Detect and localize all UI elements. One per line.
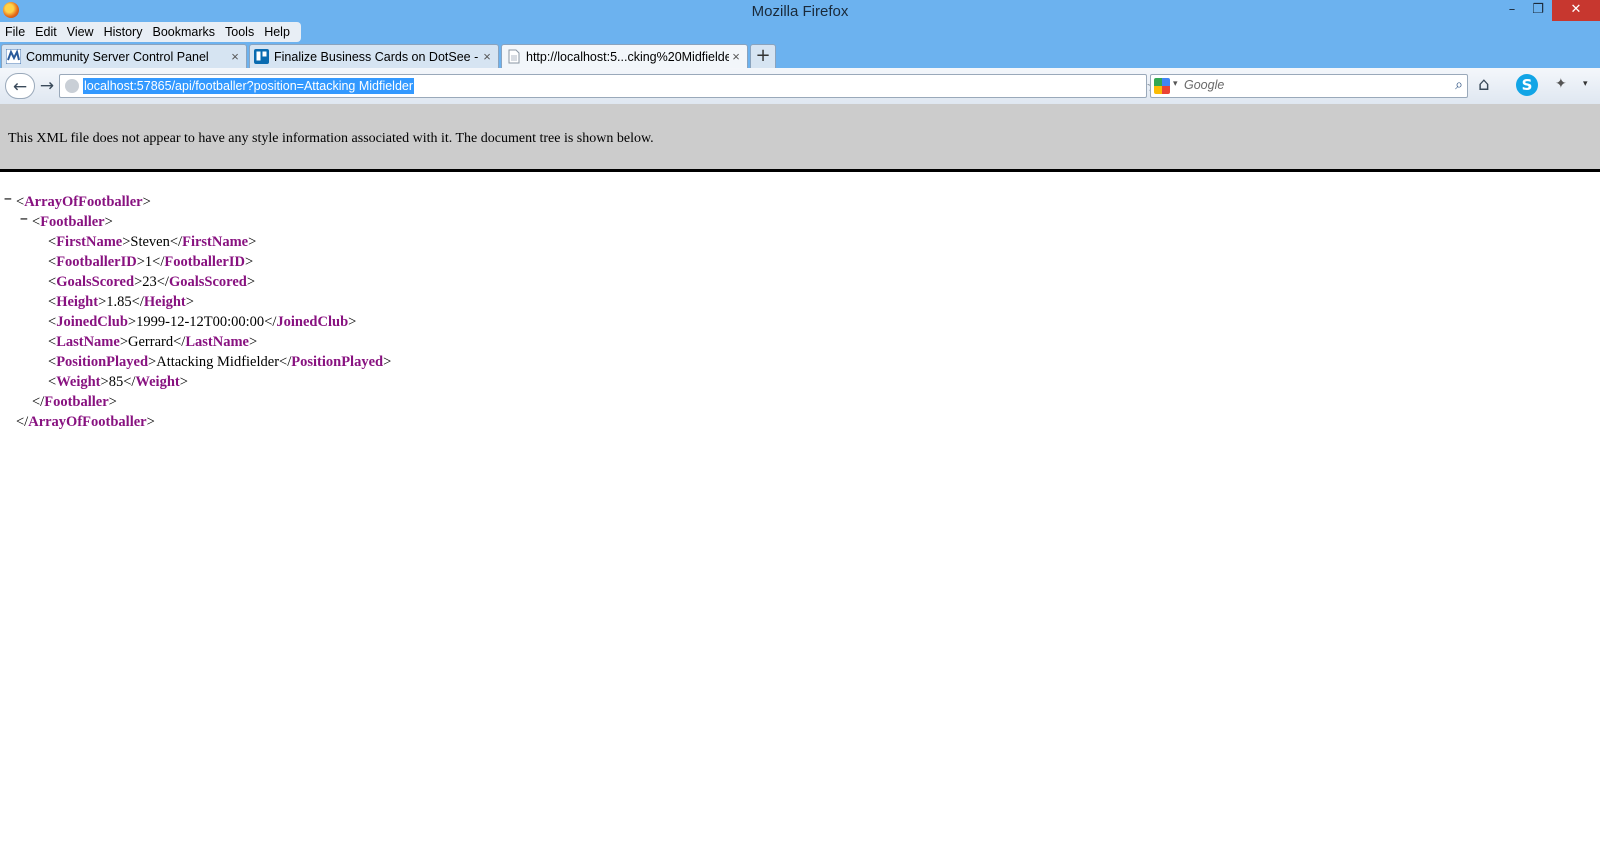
title-bar: Mozilla Firefox – ❐ ✕ File Edit View His…: [0, 0, 1600, 68]
forward-button[interactable]: →: [36, 73, 58, 99]
tab-label: Finalize Business Cards on DotSee - N...: [274, 49, 480, 64]
close-button[interactable]: ✕: [1552, 0, 1600, 21]
trello-icon: [254, 49, 269, 64]
skype-icon[interactable]: S: [1516, 74, 1538, 96]
menu-edit[interactable]: Edit: [30, 22, 62, 42]
xml-field: <FirstName>Steven</FirstName>: [48, 234, 257, 250]
tab-localhost[interactable]: http://localhost:5...cking%20Midfielder …: [501, 44, 748, 68]
extension-dropdown-icon[interactable]: ▾: [1583, 79, 1588, 89]
navigation-toolbar: ← → localhost:57865/api/footballer?posit…: [0, 68, 1600, 105]
xml-field: <LastName>Gerrard</LastName>: [48, 334, 258, 350]
xml-field: <Height>1.85</Height>: [48, 294, 194, 310]
menu-bookmarks[interactable]: Bookmarks: [147, 22, 220, 42]
window-title: Mozilla Firefox: [751, 3, 849, 20]
xml-field: <FootballerID>1</FootballerID>: [48, 254, 254, 270]
search-input[interactable]: Google: [1184, 78, 1224, 92]
xml-info-message: This XML file does not appear to have an…: [8, 131, 654, 146]
community-server-icon: [6, 49, 21, 64]
xml-field: <JoinedClub>1999-12-12T00:00:00</JoinedC…: [48, 314, 357, 330]
home-icon[interactable]: ⌂: [1478, 74, 1489, 95]
menu-tools[interactable]: Tools: [220, 22, 259, 42]
menu-help[interactable]: Help: [259, 22, 295, 42]
new-tab-button[interactable]: +: [750, 44, 776, 68]
tab-close-icon[interactable]: ×: [228, 49, 242, 64]
menu-history[interactable]: History: [99, 22, 148, 42]
xml-tag: ArrayOfFootballer: [24, 194, 143, 210]
xml-item-open: <Footballer>: [32, 214, 113, 230]
menu-view[interactable]: View: [62, 22, 99, 42]
xml-item-close: </Footballer>: [32, 394, 117, 410]
collapse-toggle[interactable]: −: [4, 192, 12, 207]
tab-trello[interactable]: Finalize Business Cards on DotSee - N...…: [249, 44, 499, 68]
search-engine-dropdown-icon[interactable]: ▾: [1173, 79, 1178, 89]
tab-close-icon[interactable]: ×: [480, 49, 494, 64]
extension-icon[interactable]: ✦: [1555, 76, 1567, 92]
xml-root-open: <ArrayOfFootballer>: [16, 194, 151, 210]
xml-tag: Footballer: [40, 214, 105, 230]
xml-field: <GoalsScored>23</GoalsScored>: [48, 274, 256, 290]
minimize-button[interactable]: –: [1500, 0, 1524, 21]
restore-button[interactable]: ❐: [1526, 0, 1550, 21]
menu-file[interactable]: File: [0, 22, 30, 42]
xml-info-bar: This XML file does not appear to have an…: [0, 104, 1600, 172]
xml-field: <Weight>85</Weight>: [48, 374, 188, 390]
xml-field: <PositionPlayed>Attacking Midfielder</Po…: [48, 354, 392, 370]
site-identity-icon[interactable]: [65, 79, 79, 93]
search-box[interactable]: ▾ Google ⌕: [1150, 74, 1468, 98]
tab-label: Community Server Control Panel: [26, 49, 209, 64]
xml-root-close: </ArrayOfFootballer>: [16, 414, 155, 430]
collapse-toggle[interactable]: −: [20, 212, 28, 227]
url-text[interactable]: localhost:57865/api/footballer?position=…: [83, 78, 415, 94]
tab-close-icon[interactable]: ×: [729, 49, 743, 64]
back-button[interactable]: ←: [5, 73, 35, 99]
google-engine-icon[interactable]: [1154, 78, 1170, 94]
tab-label: http://localhost:5...cking%20Midfielder: [526, 49, 729, 64]
tab-community-server[interactable]: Community Server Control Panel ×: [1, 44, 247, 68]
search-icon[interactable]: ⌕: [1455, 77, 1463, 93]
tab-strip: Community Server Control Panel × Finaliz…: [0, 44, 1600, 68]
menu-bar: File Edit View History Bookmarks Tools H…: [0, 22, 301, 42]
page-icon: [508, 49, 520, 64]
url-bar[interactable]: localhost:57865/api/footballer?position=…: [59, 74, 1196, 98]
